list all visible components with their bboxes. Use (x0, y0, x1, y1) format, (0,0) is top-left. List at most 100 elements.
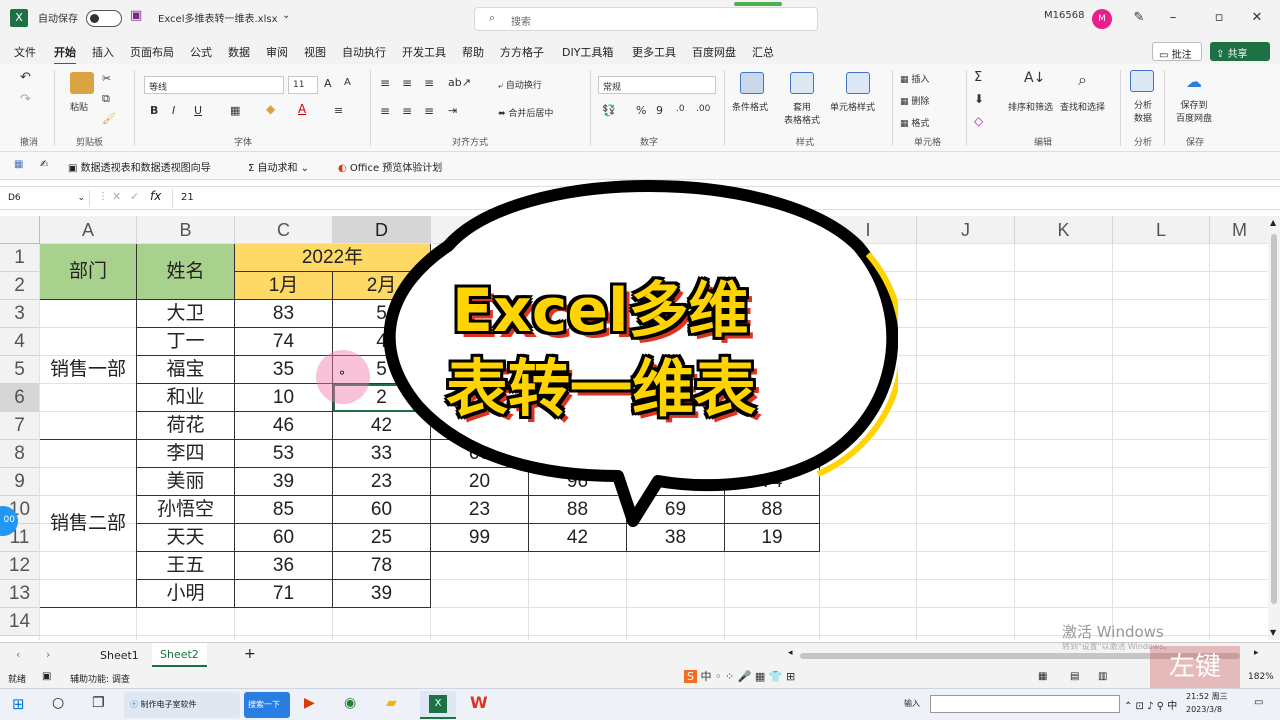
wps-icon[interactable]: W (470, 693, 488, 712)
format-cells-button[interactable]: ▦ 格式 (900, 116, 929, 129)
hscroll-right-icon[interactable]: ▸ (1254, 648, 1259, 658)
page-break-icon[interactable]: ▥ (1098, 671, 1107, 682)
conditional-format-icon[interactable] (740, 72, 764, 94)
currency-icon[interactable]: 💱 (602, 104, 616, 117)
share-button[interactable]: ⇪ 共享 (1210, 42, 1270, 61)
row-header-3[interactable]: 3 (0, 300, 40, 328)
align-left-icon[interactable]: ≡ (380, 104, 390, 118)
ime-toolbar[interactable]: S 中 ◦ ⁘ 🎤 ▦ 👕 ⊞ (684, 668, 834, 688)
name-cell[interactable]: 和业 (137, 384, 235, 412)
clock-date[interactable]: 2023/3/8 (1186, 705, 1222, 714)
header-month-1[interactable]: 1月 (235, 272, 333, 300)
insert-function-icon[interactable]: fx (150, 189, 161, 203)
tab-sheet2[interactable]: Sheet2 (152, 643, 207, 667)
tab-ffgz[interactable]: 方方格子 (500, 44, 544, 60)
align-right-icon[interactable]: ≡ (424, 104, 434, 118)
clock-time[interactable]: 21:52 周三 (1186, 691, 1228, 702)
name-cell[interactable]: 美丽 (137, 468, 235, 496)
row-header-4[interactable]: 4 (0, 328, 40, 356)
folder-icon[interactable]: ▰ (386, 695, 397, 711)
save-icon[interactable]: ▣ (130, 8, 142, 23)
zoom-level[interactable]: 182% (1248, 672, 1274, 682)
header-dept[interactable]: 部门 (40, 244, 137, 300)
c-value-cell[interactable]: 39 (235, 468, 333, 496)
cell-style-icon[interactable] (846, 72, 870, 94)
name-cell[interactable]: 李四 (137, 440, 235, 468)
chevron-down-icon[interactable]: ⌄ (282, 10, 290, 21)
phonetic-icon[interactable]: ≡ (334, 104, 343, 117)
c-value-cell[interactable]: 83 (235, 300, 333, 328)
c-value-cell[interactable]: 71 (235, 580, 333, 608)
search-input[interactable]: ⌕ 搜索 (474, 7, 818, 31)
orientation-icon[interactable]: ab↗ (448, 76, 471, 89)
table-format-label[interactable]: 套用 表格格式 (784, 100, 820, 126)
prev-sheet-icon[interactable]: ‹ (16, 648, 20, 661)
name-cell[interactable]: 福宝 (137, 356, 235, 384)
align-center-icon[interactable]: ≡ (402, 104, 412, 118)
row-header-1[interactable]: 1 (0, 244, 40, 272)
wrap-text-button[interactable]: ⤶ 自动换行 (498, 78, 542, 91)
sort-filter-label[interactable]: 排序和筛选 (1008, 100, 1053, 113)
pivot-wizard-button[interactable]: ▣ 数据透视表和数据透视图向导 (68, 159, 211, 174)
column-header-a[interactable]: A (40, 216, 137, 244)
tab-insert[interactable]: 插入 (92, 44, 114, 60)
tab-data[interactable]: 数据 (228, 44, 250, 60)
row-header-13[interactable]: 13 (0, 580, 40, 608)
row-header-9[interactable]: 9 (0, 468, 40, 496)
next-sheet-icon[interactable]: › (46, 648, 50, 661)
autosave-toggle[interactable] (86, 10, 122, 27)
column-header-m[interactable]: M (1210, 216, 1270, 244)
align-bottom-icon[interactable]: ≡ (424, 76, 434, 90)
taskbar-search-icon[interactable]: ○ (52, 695, 64, 711)
clear-icon[interactable]: ◇ (974, 114, 983, 128)
row-header-7[interactable]: 7 (0, 412, 40, 440)
browser-icon[interactable]: ◉ (344, 695, 356, 711)
sort-filter-icon[interactable]: A↓ (1024, 70, 1045, 86)
header-name[interactable]: 姓名 (137, 244, 235, 300)
row-header-6[interactable]: 6 (0, 384, 40, 412)
taskbar-excel[interactable]: X (420, 691, 456, 719)
c-value-cell[interactable]: 53 (235, 440, 333, 468)
name-box[interactable]: D6 ⌄ (4, 190, 90, 207)
find-select-icon[interactable]: ⌕ (1078, 70, 1087, 90)
table-format-icon[interactable] (790, 72, 814, 94)
find-select-label[interactable]: 查找和选择 (1060, 100, 1105, 113)
pen-icon[interactable]: ✎ (1124, 10, 1154, 25)
name-cell[interactable]: 天天 (137, 524, 235, 552)
fill-icon[interactable]: ⬇ (974, 92, 984, 106)
row-header-8[interactable]: 8 (0, 440, 40, 468)
increase-decimal-icon[interactable]: .0 (676, 104, 685, 114)
task-view-icon[interactable]: ❐ (92, 695, 105, 711)
name-cell[interactable]: 荷花 (137, 412, 235, 440)
paste-icon[interactable] (70, 72, 94, 94)
font-size-select[interactable]: 11 (288, 76, 318, 94)
avatar[interactable]: M (1092, 9, 1112, 29)
tab-automate[interactable]: 自动执行 (342, 44, 386, 60)
media-player-icon[interactable]: ▶ (304, 695, 315, 711)
autosum-icon[interactable]: Σ (974, 70, 982, 85)
hscroll-left-icon[interactable]: ◂ (788, 648, 793, 658)
tray-search-input[interactable] (930, 695, 1120, 713)
tray-icons[interactable]: ⌃ ⊡ ♪ ⚲ 中 (1124, 697, 1177, 712)
office-plan-button[interactable]: ◐ Office 预览体验计划 (338, 159, 442, 174)
close-icon[interactable]: ✕ (1242, 10, 1272, 25)
save-baidu-label[interactable]: 保存到 百度网盘 (1176, 98, 1212, 124)
vertical-scrollbar[interactable]: ▲ ▼ (1268, 216, 1280, 640)
tab-summary[interactable]: 汇总 (752, 44, 774, 60)
cell-style-label[interactable]: 单元格样式 (830, 100, 875, 113)
row-header-2[interactable]: 2 (0, 272, 40, 300)
underline-icon[interactable]: U (194, 104, 202, 117)
confirm-entry-icon[interactable]: ✓ (130, 190, 139, 203)
minimize-icon[interactable]: – (1158, 10, 1188, 25)
tab-developer[interactable]: 开发工具 (402, 44, 446, 60)
analyze-data-icon[interactable] (1130, 70, 1154, 92)
scroll-up-icon[interactable]: ▲ (1270, 218, 1276, 227)
tab-view[interactable]: 视图 (304, 44, 326, 60)
conditional-format-label[interactable]: 条件格式 (732, 100, 768, 113)
taskbar-app-2[interactable]: 搜索一下 (244, 692, 290, 718)
shrink-font-icon[interactable]: A (344, 77, 351, 88)
name-cell[interactable]: 丁一 (137, 328, 235, 356)
tab-more-tools[interactable]: 更多工具 (632, 44, 676, 60)
copy-icon[interactable]: ⧉ (102, 92, 110, 106)
redo-icon[interactable]: ↷ (20, 92, 31, 107)
